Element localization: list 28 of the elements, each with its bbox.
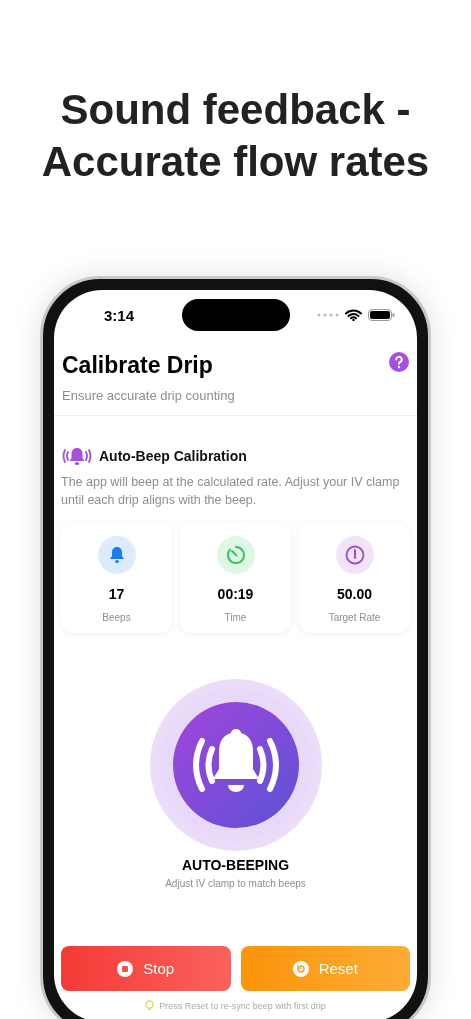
stat-label: Target Rate [328,612,381,623]
bell-icon [107,546,126,564]
beeper-hint: Adjust IV clamp to match beeps [165,878,306,889]
reset-icon [292,960,309,977]
timer-icon [225,545,246,565]
screen-title: Calibrate Drip [62,352,213,379]
stop-button[interactable]: Stop [61,946,231,991]
stat-value: 17 [108,586,125,602]
headline: Sound feedback - Accurate flow rates [40,85,431,187]
battery-icon [368,309,395,321]
stat-label: Beeps [102,612,131,623]
gauge-icon [344,545,365,565]
beeper-status: AUTO-BEEPING [181,857,290,873]
stat-label: Time [224,612,247,623]
ringing-bell-icon [61,446,93,466]
signal-icon [317,313,339,317]
screen-subtitle: Ensure accurate drip counting [62,388,236,403]
reset-button[interactable]: Reset [240,946,410,991]
stat-value: 00:19 [217,586,254,602]
section-description: The app will beep at the calculated rate. Adjust your IV clamp until each drip aligns with the beep. [61,474,401,509]
tip-text: Press Reset to re-sync beep with first drip [159,1000,326,1011]
wifi-icon [345,309,362,321]
stop-icon [117,960,134,977]
lightbulb-icon [145,1000,155,1011]
help-icon[interactable] [389,351,409,372]
stat-value: 50.00 [336,586,372,602]
section-title: Auto-Beep Calibration [99,448,247,464]
status-time: 3:14 [104,306,135,324]
